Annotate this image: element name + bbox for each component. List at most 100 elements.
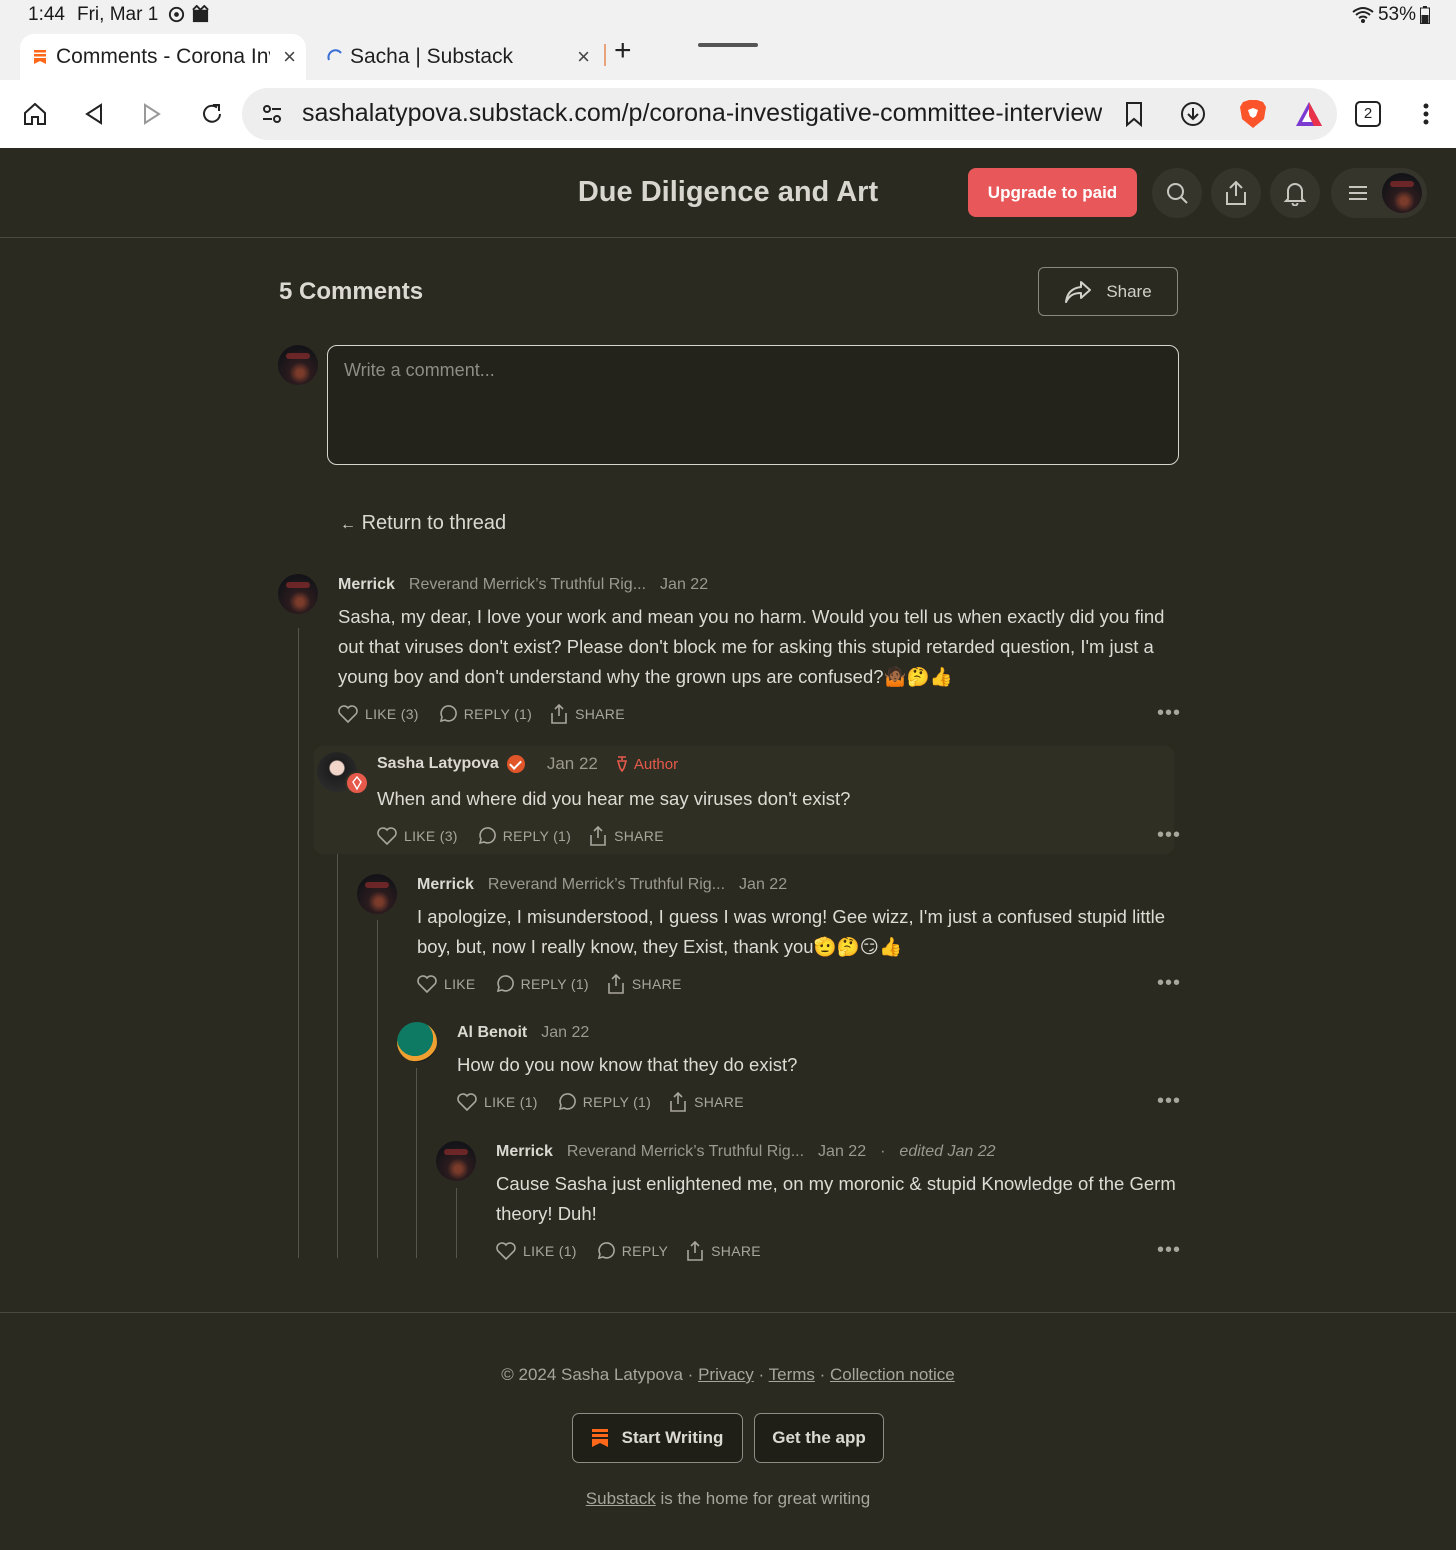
- author-badge-icon: [345, 771, 369, 795]
- commenter-name[interactable]: Merrick: [417, 876, 474, 894]
- tab-switcher-button[interactable]: 2: [1355, 101, 1381, 127]
- forward-button[interactable]: [136, 98, 168, 130]
- loading-spinner-icon: [327, 49, 342, 61]
- reload-button[interactable]: [196, 98, 228, 130]
- commenter-name[interactable]: Merrick: [338, 576, 395, 594]
- commenter-avatar[interactable]: [357, 874, 397, 914]
- brave-rewards-button[interactable]: [1293, 98, 1325, 130]
- reply-button[interactable]: REPLY (1): [494, 974, 589, 994]
- tab-divider: [604, 44, 606, 66]
- kebab-menu-icon: [1423, 103, 1429, 125]
- upgrade-to-paid-button[interactable]: Upgrade to paid: [968, 168, 1137, 217]
- bookmark-button[interactable]: [1118, 98, 1150, 130]
- window-grabber[interactable]: [698, 43, 758, 47]
- site-settings-icon[interactable]: [260, 102, 284, 126]
- tab-comments[interactable]: Comments - Corona Investigative Committe…: [20, 34, 306, 80]
- comment-actions: LIKE (3) REPLY (1) SHARE: [338, 704, 643, 724]
- comment-date[interactable]: Jan 22: [818, 1143, 866, 1161]
- address-bar[interactable]: sashalatypova.substack.com/p/corona-inve…: [242, 88, 1337, 140]
- comment-text: Sasha, my dear, I love your work and mea…: [338, 606, 1165, 687]
- commenter-publication[interactable]: Reverand Merrick’s Truthful Rig...: [409, 576, 646, 594]
- commenter-name[interactable]: Sasha Latypova: [377, 755, 499, 773]
- like-button[interactable]: LIKE (1): [457, 1093, 538, 1111]
- more-options-icon[interactable]: •••: [1157, 1090, 1181, 1113]
- tab-strip: Comments - Corona Investigative Committe…: [0, 30, 1456, 80]
- get-the-app-button[interactable]: Get the app: [754, 1413, 884, 1463]
- like-button[interactable]: LIKE (1): [496, 1242, 577, 1260]
- new-tab-button[interactable]: +: [614, 34, 632, 68]
- comment-header: Merrick Reverand Merrick’s Truthful Rig.…: [496, 1143, 996, 1161]
- commenter-name[interactable]: Al Benoit: [457, 1024, 527, 1042]
- reply-label: REPLY: [621, 1243, 669, 1259]
- comment-input-box[interactable]: [327, 345, 1179, 465]
- collection-notice-link[interactable]: Collection notice: [830, 1365, 955, 1384]
- commenter-avatar[interactable]: [278, 574, 318, 614]
- search-icon: [1167, 183, 1188, 204]
- return-to-thread-link[interactable]: ← Return to thread: [340, 512, 506, 535]
- comment-text: I apologize, I misunderstood, I guess I …: [417, 906, 1166, 957]
- comment-actions: LIKE (1) REPLY (1) SHARE: [457, 1092, 762, 1112]
- like-label: LIKE (3): [404, 828, 458, 844]
- comment-text: Cause Sasha just enlightened me, on my m…: [496, 1173, 1176, 1224]
- substack-link[interactable]: Substack: [586, 1489, 656, 1508]
- start-writing-button[interactable]: Start Writing: [572, 1413, 743, 1463]
- share-button[interactable]: SHARE: [550, 704, 625, 724]
- commenter-publication[interactable]: Reverand Merrick’s Truthful Rig...: [488, 876, 725, 894]
- close-tab-icon[interactable]: ×: [577, 44, 590, 70]
- notifications-button[interactable]: [1270, 168, 1320, 218]
- comment-date[interactable]: Jan 22: [660, 576, 708, 594]
- comment-actions: LIKE REPLY (1) SHARE: [417, 974, 700, 994]
- share-button[interactable]: SHARE: [686, 1241, 761, 1261]
- heart-icon: [338, 705, 358, 723]
- sync-icon: [168, 6, 185, 23]
- thread-line: [416, 1068, 417, 1258]
- share-publication-button[interactable]: [1211, 168, 1261, 218]
- share-button[interactable]: SHARE: [607, 974, 682, 994]
- commenter-name[interactable]: Merrick: [496, 1143, 553, 1161]
- footer-tagline: Substack is the home for great writing: [0, 1489, 1456, 1509]
- more-options-icon[interactable]: •••: [1157, 972, 1181, 995]
- copyright-text: © 2024 Sasha Latypova: [501, 1365, 683, 1384]
- hamburger-menu-icon: [1349, 186, 1367, 200]
- speech-bubble-icon: [478, 827, 496, 845]
- search-button[interactable]: [1152, 168, 1202, 218]
- share-button[interactable]: SHARE: [589, 826, 664, 846]
- comment-input[interactable]: [328, 346, 1178, 464]
- comment-date[interactable]: Jan 22: [739, 876, 787, 894]
- share-label: SHARE: [631, 976, 682, 992]
- comment-date[interactable]: Jan 22: [547, 754, 598, 774]
- more-options-icon[interactable]: •••: [1157, 702, 1181, 725]
- more-options-icon[interactable]: •••: [1157, 1239, 1181, 1262]
- user-avatar: [1382, 173, 1422, 213]
- share-button[interactable]: SHARE: [669, 1092, 744, 1112]
- back-button[interactable]: [78, 98, 110, 130]
- share-comments-button[interactable]: Share: [1038, 267, 1178, 316]
- user-menu-button[interactable]: [1331, 168, 1427, 218]
- like-button[interactable]: LIKE (3): [338, 705, 419, 723]
- tab-sacha-substack[interactable]: Sacha | Substack ×: [318, 34, 600, 80]
- browser-menu-button[interactable]: [1410, 98, 1442, 130]
- download-button[interactable]: [1177, 98, 1209, 130]
- reply-button[interactable]: REPLY (1): [476, 826, 571, 846]
- like-button[interactable]: LIKE (3): [377, 827, 458, 845]
- brave-shields-button[interactable]: [1237, 98, 1269, 130]
- like-button[interactable]: LIKE: [417, 975, 476, 993]
- reply-button[interactable]: REPLY (1): [437, 704, 532, 724]
- terms-link[interactable]: Terms: [769, 1365, 815, 1384]
- home-button[interactable]: [19, 98, 51, 130]
- privacy-link[interactable]: Privacy: [698, 1365, 754, 1384]
- more-options-icon[interactable]: •••: [1157, 824, 1181, 847]
- reply-button[interactable]: REPLY: [595, 1241, 668, 1261]
- commenter-avatar[interactable]: [436, 1141, 476, 1181]
- comment-date[interactable]: Jan 22: [541, 1024, 589, 1042]
- current-user-avatar: [278, 345, 318, 385]
- browser-toolbar: sashalatypova.substack.com/p/corona-inve…: [0, 80, 1456, 148]
- home-icon: [24, 102, 46, 125]
- commenter-avatar[interactable]: [397, 1022, 437, 1062]
- share-label: Share: [1106, 281, 1152, 301]
- close-tab-icon[interactable]: ×: [283, 44, 296, 70]
- commenter-publication[interactable]: Reverand Merrick’s Truthful Rig...: [567, 1143, 804, 1161]
- reply-button[interactable]: REPLY (1): [556, 1092, 651, 1112]
- like-label: LIKE (1): [523, 1243, 577, 1259]
- forward-icon: [144, 103, 161, 125]
